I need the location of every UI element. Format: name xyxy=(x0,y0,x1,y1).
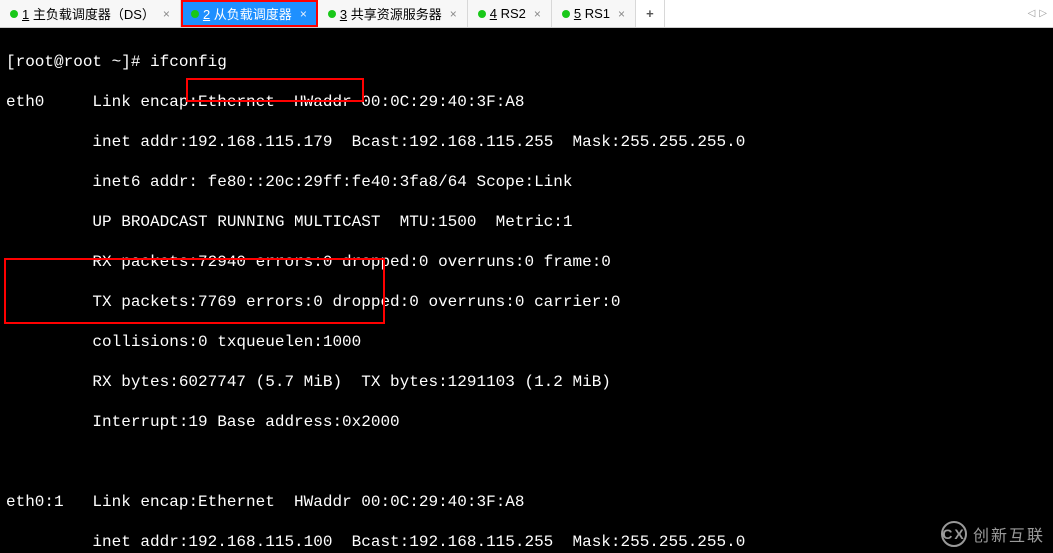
iface-line: Link encap:Ethernet HWaddr 00:0C:29:40:3… xyxy=(92,93,524,111)
tab-item-4[interactable]: 4 RS2 × xyxy=(468,0,552,27)
prompt: [root@root ~]# xyxy=(6,53,150,71)
status-dot-icon xyxy=(191,10,199,18)
iface-line: inet addr:192.168.115.100 Bcast:192.168.… xyxy=(92,533,745,551)
status-dot-icon xyxy=(10,10,18,18)
tab-scroll-right-icon[interactable]: ▷ xyxy=(1039,8,1047,19)
tab-label: 5 RS1 xyxy=(574,6,610,21)
watermark-icon: CX xyxy=(941,521,967,547)
tab-nav: ◁ ▷ xyxy=(1022,0,1053,27)
tab-item-5[interactable]: 5 RS1 × xyxy=(552,0,636,27)
watermark: CX 创新互联 xyxy=(941,521,1045,547)
tab-label: 3 共享资源服务器 xyxy=(340,4,442,23)
iface-line: RX bytes:6027747 (5.7 MiB) TX bytes:1291… xyxy=(92,373,610,391)
tab-item-1[interactable]: 1 主负载调度器（DS） × xyxy=(0,0,181,27)
tab-scroll-left-icon[interactable]: ◁ xyxy=(1028,8,1036,19)
tab-label: 1 主负载调度器（DS） xyxy=(22,4,155,23)
tab-label: 2 从负载调度器 xyxy=(203,4,292,23)
iface-name: eth0 xyxy=(6,93,44,111)
status-dot-icon xyxy=(562,10,570,18)
iface-name: eth0:1 xyxy=(6,493,64,511)
iface-line: UP BROADCAST RUNNING MULTICAST MTU:1500 … xyxy=(92,213,572,231)
status-dot-icon xyxy=(328,10,336,18)
iface-line: RX packets:72940 errors:0 dropped:0 over… xyxy=(92,253,610,271)
tab-item-3[interactable]: 3 共享资源服务器 × xyxy=(318,0,468,27)
plus-icon: + xyxy=(646,6,654,21)
close-icon[interactable]: × xyxy=(450,7,457,21)
iface-line: collisions:0 txqueuelen:1000 xyxy=(92,333,361,351)
tab-label: 4 RS2 xyxy=(490,6,526,21)
iface-line: TX packets:7769 errors:0 dropped:0 overr… xyxy=(92,293,620,311)
status-dot-icon xyxy=(478,10,486,18)
command: ifconfig xyxy=(150,53,227,71)
iface-line: inet addr:192.168.115.179 Bcast:192.168.… xyxy=(92,133,745,151)
watermark-text: 创新互联 xyxy=(973,522,1045,546)
iface-line: Interrupt:19 Base address:0x2000 xyxy=(92,413,399,431)
new-tab-button[interactable]: + xyxy=(636,0,665,27)
close-icon[interactable]: × xyxy=(163,7,170,21)
iface-line: inet6 addr: fe80::20c:29ff:fe40:3fa8/64 … xyxy=(92,173,572,191)
terminal-output[interactable]: [root@root ~]# ifconfig eth0 Link encap:… xyxy=(0,28,1053,553)
iface-line: Link encap:Ethernet HWaddr 00:0C:29:40:3… xyxy=(92,493,524,511)
tab-bar: 1 主负载调度器（DS） × 2 从负载调度器 × 3 共享资源服务器 × 4 … xyxy=(0,0,1053,28)
tab-item-2[interactable]: 2 从负载调度器 × xyxy=(181,0,318,27)
close-icon[interactable]: × xyxy=(300,7,307,21)
close-icon[interactable]: × xyxy=(534,7,541,21)
close-icon[interactable]: × xyxy=(618,7,625,21)
